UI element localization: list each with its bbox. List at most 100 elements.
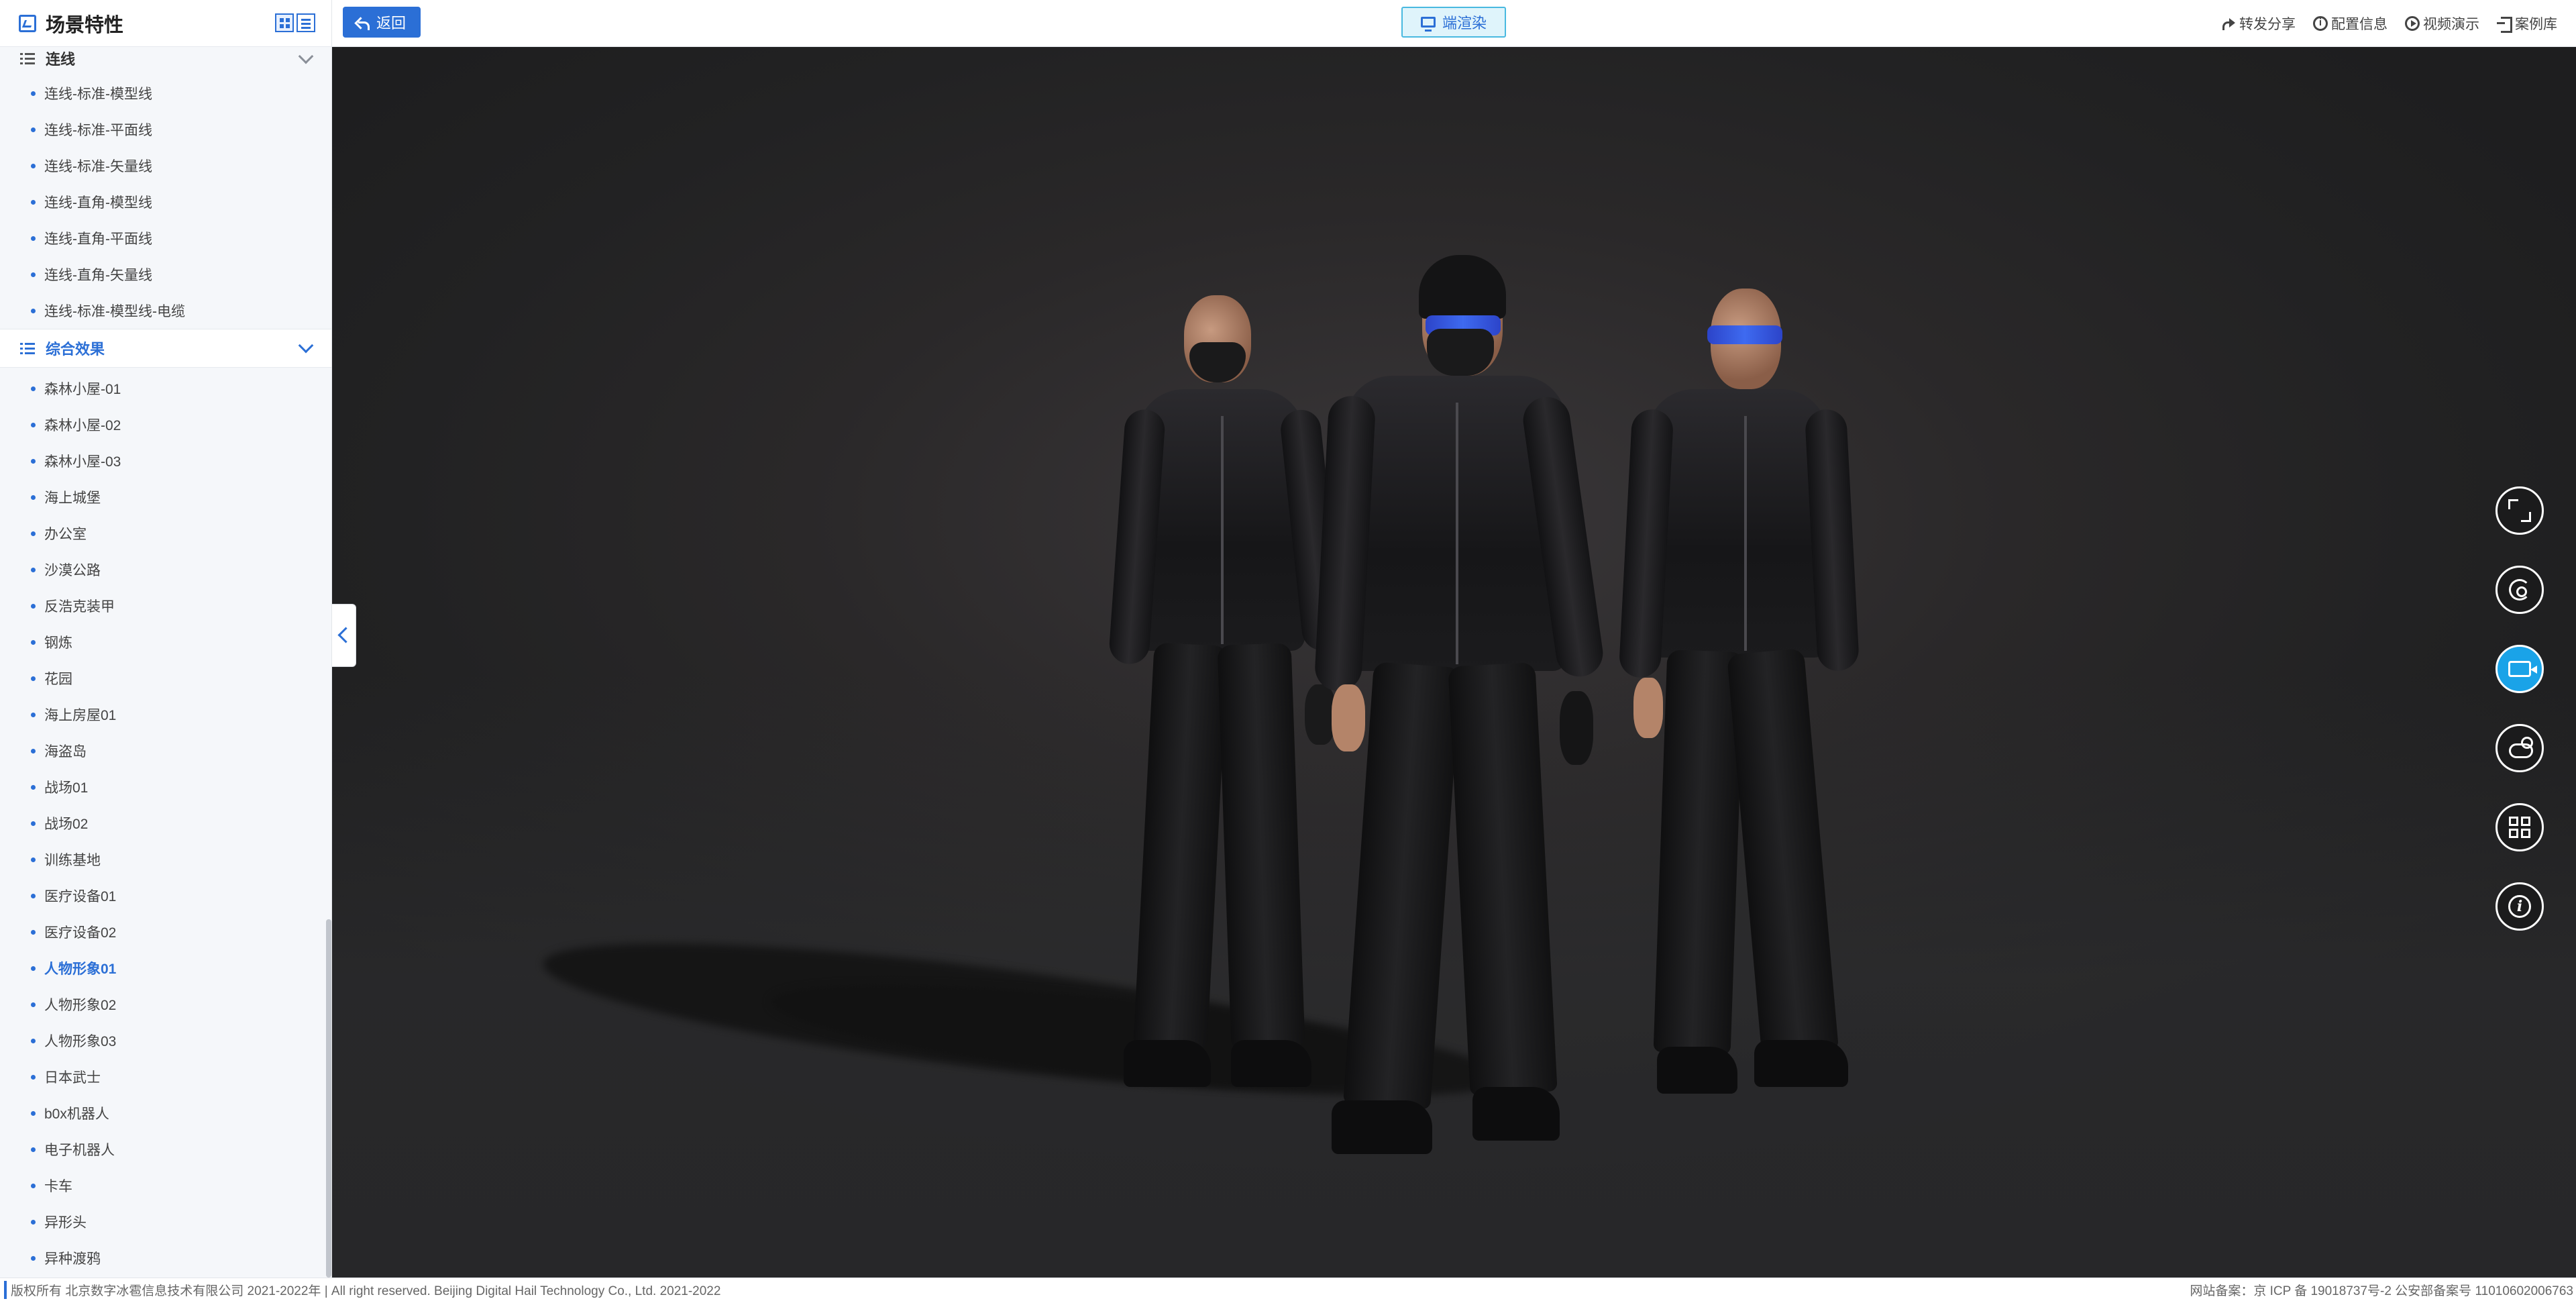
face-mask xyxy=(1427,329,1494,376)
character-center[interactable] xyxy=(1313,255,1606,1194)
group-lines-list: 连线-标准-模型线 连线-标准-平面线 连线-标准-矢量线 连线-直角-模型线 … xyxy=(0,70,331,329)
3d-viewport[interactable] xyxy=(332,47,2576,1278)
expand-icon xyxy=(2508,499,2531,522)
zipper xyxy=(1221,416,1224,644)
boot xyxy=(1231,1040,1311,1087)
list-item[interactable]: 森林小屋-01 xyxy=(0,370,331,407)
weather-icon xyxy=(2508,737,2533,758)
list-item-active[interactable]: 人物形象01 xyxy=(0,950,331,986)
sidebar-collapse-button[interactable] xyxy=(332,604,356,667)
back-label: 返回 xyxy=(376,15,407,32)
boot xyxy=(1124,1040,1211,1087)
config-link[interactable]: 配置信息 xyxy=(2313,13,2387,34)
boot xyxy=(1332,1100,1432,1154)
leg xyxy=(1448,662,1558,1096)
list-item[interactable]: b0x机器人 xyxy=(0,1095,331,1131)
top-bar: 返回 端渲染 转发分享 配置信息 视频演示 案例库 xyxy=(332,0,2576,47)
camera-button[interactable] xyxy=(2496,645,2544,693)
group-effects-header[interactable]: 综合效果 xyxy=(0,329,331,368)
list-item[interactable]: 森林小屋-03 xyxy=(0,443,331,479)
camera-icon xyxy=(2508,661,2537,677)
sidebar-header: 场景特性 xyxy=(0,0,331,47)
beanie xyxy=(1419,255,1506,319)
group-label: 综合效果 xyxy=(46,341,105,358)
fullscreen-button[interactable] xyxy=(2496,486,2544,535)
character-right[interactable] xyxy=(1618,289,1860,1154)
list-item[interactable]: 连线-标准-矢量线 xyxy=(0,148,331,184)
share-link[interactable]: 转发分享 xyxy=(2221,13,2296,34)
leg xyxy=(1653,649,1745,1055)
back-button[interactable]: 返回 xyxy=(343,7,421,38)
list-item[interactable]: 异种渡鸦 xyxy=(0,1240,331,1276)
list-item[interactable]: 人物形象02 xyxy=(0,986,331,1023)
character-left[interactable] xyxy=(1108,295,1344,1167)
list-item[interactable]: 花园 xyxy=(0,660,331,696)
list-item[interactable]: 连线-直角-矢量线 xyxy=(0,256,331,293)
back-arrow-icon xyxy=(356,16,370,30)
list-item[interactable]: 连线-标准-模型线 xyxy=(0,75,331,111)
monitor-icon xyxy=(1420,17,1436,32)
hand xyxy=(1560,691,1593,765)
list-item[interactable]: 战场02 xyxy=(0,805,331,841)
sunglasses xyxy=(1707,325,1782,344)
group-lines-header[interactable]: 连线 xyxy=(0,47,331,70)
sidebar: 场景特性 连线 连线-标准-模型线 连线-标准-平面线 连线-标准-矢量线 连线… xyxy=(0,0,332,1278)
list-item[interactable]: 训练基地 xyxy=(0,841,331,878)
weather-button[interactable] xyxy=(2496,724,2544,772)
render-label: 端渲染 xyxy=(1442,15,1487,32)
viewport-tools xyxy=(2496,486,2544,931)
list-item[interactable]: 森林小屋-02 xyxy=(0,407,331,443)
chevron-down-icon[interactable] xyxy=(298,48,314,64)
list-item[interactable]: 电子机器人 xyxy=(0,1131,331,1167)
info-icon xyxy=(2508,895,2531,918)
scene-icon xyxy=(19,14,36,32)
list-item[interactable]: 战场01 xyxy=(0,769,331,805)
list-icon xyxy=(20,342,35,354)
list-item[interactable]: 办公室 xyxy=(0,515,331,552)
render-mode-button[interactable]: 端渲染 xyxy=(1401,7,1506,38)
list-item[interactable]: 海上城堡 xyxy=(0,479,331,515)
list-item[interactable]: 钢炼 xyxy=(0,624,331,660)
jacket xyxy=(1647,389,1828,658)
hand xyxy=(1332,684,1365,751)
list-item[interactable]: 沙漠公路 xyxy=(0,552,331,588)
list-item[interactable]: 异形头 xyxy=(0,1204,331,1240)
list-item[interactable]: 连线-标准-平面线 xyxy=(0,111,331,148)
share-icon xyxy=(2221,16,2236,31)
rotate-button[interactable] xyxy=(2496,566,2544,614)
boot xyxy=(1754,1040,1848,1087)
leg xyxy=(1217,643,1305,1048)
top-links: 转发分享 配置信息 视频演示 案例库 xyxy=(2221,0,2557,47)
list-item[interactable]: 连线-直角-模型线 xyxy=(0,184,331,220)
case-library-link[interactable]: 案例库 xyxy=(2497,13,2557,34)
copyright-text: 版权所有 北京数字冰雹信息技术有限公司 2021-2022年 | All rig… xyxy=(4,1280,720,1299)
footer: 版权所有 北京数字冰雹信息技术有限公司 2021-2022年 | All rig… xyxy=(0,1278,2576,1301)
list-item[interactable]: 连线-直角-平面线 xyxy=(0,220,331,256)
list-item[interactable]: 海盗岛 xyxy=(0,733,331,769)
icp-text: 网站备案：京 ICP 备 19018737号-2 公安部备案号 11010602… xyxy=(2190,1284,2573,1298)
list-item[interactable]: 人物形象03 xyxy=(0,1023,331,1059)
layout-button[interactable] xyxy=(2496,803,2544,851)
sidebar-title: 场景特性 xyxy=(46,14,124,36)
boot xyxy=(1657,1047,1737,1094)
chevron-down-icon[interactable] xyxy=(298,337,314,354)
boot xyxy=(1472,1087,1560,1141)
group-label: 连线 xyxy=(46,51,76,68)
list-item[interactable]: 反浩克装甲 xyxy=(0,588,331,624)
list-icon xyxy=(20,52,35,64)
grid-view-icon[interactable] xyxy=(275,13,294,32)
list-item[interactable]: 医疗设备02 xyxy=(0,914,331,950)
sidebar-scrollbar[interactable] xyxy=(326,919,331,1278)
video-link[interactable]: 视频演示 xyxy=(2405,13,2479,34)
list-item[interactable]: 海上房屋01 xyxy=(0,696,331,733)
list-item[interactable]: 医疗设备01 xyxy=(0,878,331,914)
list-view-icon[interactable] xyxy=(297,13,315,32)
leg xyxy=(1133,642,1228,1049)
rotate-icon xyxy=(2509,579,2530,601)
group-effects-list: 森林小屋-01 森林小屋-02 森林小屋-03 海上城堡 办公室 沙漠公路 反浩… xyxy=(0,368,331,1276)
list-item[interactable]: 日本武士 xyxy=(0,1059,331,1095)
list-item[interactable]: 连线-标准-模型线-电缆 xyxy=(0,293,331,329)
list-item[interactable]: 卡车 xyxy=(0,1167,331,1204)
view-toggle xyxy=(275,13,315,32)
info-button[interactable] xyxy=(2496,882,2544,931)
